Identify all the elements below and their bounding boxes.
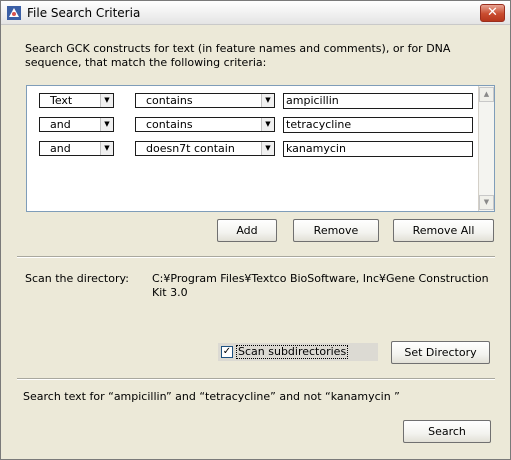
checkbox-checked-icon[interactable]: ✓	[221, 346, 233, 358]
divider	[17, 378, 495, 380]
title-bar[interactable]: File Search Criteria ✕	[1, 1, 510, 25]
close-button[interactable]: ✕	[480, 4, 505, 22]
search-button[interactable]: Search	[403, 420, 491, 443]
chevron-down-icon: ▼	[261, 118, 274, 131]
chevron-down-icon: ▼	[261, 94, 274, 107]
value-field-1[interactable]: ampicillin	[283, 93, 473, 109]
app-icon	[7, 6, 21, 20]
scan-directory-label: Scan the directory:	[25, 272, 129, 285]
operator-select-1[interactable]: contains ▼	[135, 93, 275, 108]
field-select-value: Text	[50, 94, 73, 107]
operator-select-2[interactable]: contains ▼	[135, 117, 275, 132]
set-directory-button[interactable]: Set Directory	[391, 341, 490, 364]
value-field-3[interactable]: kanamycin	[283, 141, 473, 157]
field-select-2[interactable]: and ▼	[39, 117, 114, 132]
operator-select-value: contains	[146, 118, 193, 131]
chevron-down-icon: ▼	[100, 142, 113, 155]
operator-select-value: doesn7t contain	[146, 142, 235, 155]
divider	[17, 256, 495, 258]
remove-button[interactable]: Remove	[293, 219, 379, 242]
search-description: Search GCK constructs for text (in featu…	[25, 42, 451, 69]
operator-select-3[interactable]: doesn7t contain ▼	[135, 141, 275, 156]
add-button[interactable]: Add	[217, 219, 277, 242]
chevron-down-icon: ▼	[100, 94, 113, 107]
scan-directory-path: C:¥Program Files¥Textco BioSoftware, Inc…	[152, 272, 489, 299]
scan-subdirectories-label: Scan subdirectories	[236, 345, 349, 359]
criteria-scrollbar[interactable]: ▲ ▼	[478, 86, 494, 211]
close-icon: ✕	[487, 5, 498, 20]
file-search-window: File Search Criteria ✕ Search GCK constr…	[0, 0, 511, 460]
remove-all-button[interactable]: Remove All	[393, 219, 494, 242]
scan-subdirectories-checkbox[interactable]: ✓ Scan subdirectories	[218, 343, 378, 361]
window-title: File Search Criteria	[27, 6, 141, 20]
value-field-2[interactable]: tetracycline	[283, 117, 473, 133]
search-summary: Search text for “ampicillin” and “tetrac…	[23, 390, 400, 403]
chevron-down-icon: ▼	[261, 142, 274, 155]
field-select-3[interactable]: and ▼	[39, 141, 114, 156]
operator-select-value: contains	[146, 94, 193, 107]
scroll-up-icon[interactable]: ▲	[479, 87, 494, 102]
scroll-down-icon[interactable]: ▼	[479, 195, 494, 210]
field-select-value: and	[50, 118, 71, 131]
field-select-1[interactable]: Text ▼	[39, 93, 114, 108]
criteria-list: Text ▼ contains ▼ ampicillin and ▼ conta…	[26, 85, 495, 212]
chevron-down-icon: ▼	[100, 118, 113, 131]
field-select-value: and	[50, 142, 71, 155]
